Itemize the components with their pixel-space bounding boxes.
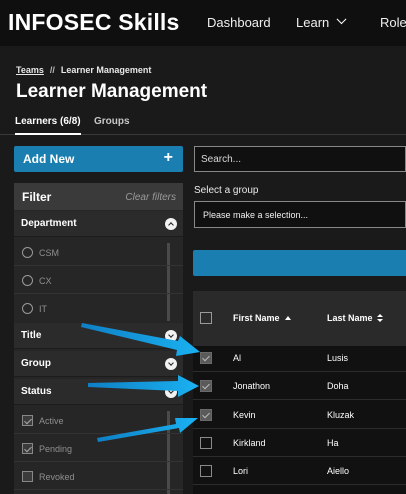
last-name-cell: Lusis bbox=[327, 353, 349, 363]
department-option-csm[interactable]: CSM bbox=[14, 239, 183, 266]
status-option-pending[interactable]: Pending bbox=[14, 435, 183, 462]
column-last-name[interactable]: Last Name bbox=[327, 313, 383, 323]
row-checkbox[interactable] bbox=[200, 352, 212, 364]
search-box bbox=[194, 146, 406, 172]
table-header: First Name Last Name bbox=[193, 291, 406, 346]
filter-section-group[interactable]: Group bbox=[14, 351, 183, 377]
breadcrumb-current: Learner Management bbox=[60, 65, 152, 75]
department-option-it[interactable]: IT bbox=[14, 295, 183, 322]
add-new-label: Add New bbox=[23, 152, 75, 166]
radio-button[interactable] bbox=[22, 275, 33, 286]
department-option-cx[interactable]: CX bbox=[14, 267, 183, 294]
filter-header: Filter Clear filters bbox=[14, 183, 183, 210]
checkbox[interactable] bbox=[22, 471, 33, 482]
option-label: CSM bbox=[39, 248, 59, 258]
learners-table: First Name Last Name Al Lusis Jonathon D… bbox=[193, 291, 406, 494]
page-title: Learner Management bbox=[16, 81, 208, 102]
option-label: Revoked bbox=[39, 472, 75, 482]
breadcrumb: Teams // Learner Management bbox=[16, 65, 151, 75]
last-name-cell: Kluzak bbox=[327, 410, 355, 420]
column-label: Last Name bbox=[327, 313, 373, 323]
select-group-label: Select a group bbox=[194, 185, 259, 196]
first-name-cell: Kevin bbox=[233, 410, 256, 420]
filter-section-status[interactable]: Status bbox=[14, 379, 183, 405]
checkbox[interactable] bbox=[22, 443, 33, 454]
clear-filters-link[interactable]: Clear filters bbox=[125, 192, 176, 203]
row-checkbox[interactable] bbox=[200, 465, 212, 477]
chevron-up-icon bbox=[165, 218, 177, 230]
row-checkbox[interactable] bbox=[200, 409, 212, 421]
row-checkbox[interactable] bbox=[200, 380, 212, 392]
table-row[interactable]: Kirkland Ha bbox=[193, 429, 406, 457]
nav-roles[interactable]: Roles bbox=[380, 15, 406, 30]
search-input[interactable] bbox=[195, 147, 405, 171]
department-label: Department bbox=[21, 218, 77, 229]
tab-learners[interactable]: Learners (6/8) bbox=[15, 116, 81, 135]
group-label: Group bbox=[21, 358, 51, 369]
breadcrumb-teams-link[interactable]: Teams bbox=[16, 65, 44, 75]
option-label: CX bbox=[39, 276, 52, 286]
option-label: Pending bbox=[39, 444, 73, 454]
nav-dashboard[interactable]: Dashboard bbox=[207, 15, 271, 30]
first-name-cell: Lori bbox=[233, 466, 249, 476]
chevron-down-icon bbox=[336, 14, 347, 25]
top-nav-bar: INFOSEC Skills Dashboard Learn Roles bbox=[0, 0, 406, 46]
sort-ascending-icon bbox=[284, 316, 291, 320]
tab-groups[interactable]: Groups bbox=[94, 116, 130, 127]
status-option-active[interactable]: Active bbox=[14, 407, 183, 434]
checkbox[interactable] bbox=[22, 415, 33, 426]
row-checkbox[interactable] bbox=[200, 437, 212, 449]
plus-icon: + bbox=[163, 149, 173, 166]
group-select-dropdown[interactable]: Please make a selection... bbox=[194, 201, 406, 228]
last-name-cell: Doha bbox=[327, 381, 349, 391]
radio-button[interactable] bbox=[22, 247, 33, 258]
option-label: IT bbox=[39, 304, 47, 314]
action-button[interactable] bbox=[193, 250, 406, 276]
option-label: Active bbox=[39, 416, 64, 426]
filter-title: Filter bbox=[22, 190, 52, 204]
status-label: Status bbox=[21, 386, 52, 397]
first-name-cell: Al bbox=[233, 353, 242, 363]
group-select-value: Please make a selection... bbox=[203, 210, 309, 220]
add-new-button[interactable]: Add New + bbox=[14, 146, 183, 172]
first-name-cell: Jonathon bbox=[233, 381, 271, 391]
table-row[interactable]: Lori Aiello bbox=[193, 457, 406, 485]
filter-panel: Filter Clear filters Department CSM CX I… bbox=[14, 183, 183, 494]
tab-bar: Learners (6/8) Groups bbox=[0, 113, 406, 135]
column-label: First Name bbox=[233, 313, 280, 323]
chevron-down-icon bbox=[165, 330, 177, 342]
column-first-name[interactable]: First Name bbox=[233, 313, 291, 323]
chevron-down-icon bbox=[165, 386, 177, 398]
last-name-cell: Aiello bbox=[327, 466, 350, 476]
chevron-down-icon bbox=[165, 358, 177, 370]
sort-icon bbox=[376, 314, 383, 322]
nav-learn-label: Learn bbox=[296, 15, 330, 30]
radio-button[interactable] bbox=[22, 303, 33, 314]
nav-learn[interactable]: Learn bbox=[296, 14, 347, 30]
breadcrumb-separator: // bbox=[49, 65, 55, 75]
filter-section-title[interactable]: Title bbox=[14, 323, 183, 349]
title-label: Title bbox=[21, 330, 42, 341]
table-row[interactable]: Al Lusis bbox=[193, 344, 406, 372]
status-option-revoked[interactable]: Revoked bbox=[14, 463, 183, 490]
last-name-cell: Ha bbox=[327, 438, 339, 448]
filter-section-department[interactable]: Department bbox=[14, 211, 183, 237]
first-name-cell: Kirkland bbox=[233, 438, 266, 448]
table-row[interactable]: Jonathon Doha bbox=[193, 372, 406, 400]
infosec-logo[interactable]: INFOSEC Skills bbox=[8, 9, 180, 36]
select-all-checkbox[interactable] bbox=[200, 312, 212, 324]
table-row[interactable]: Kevin Kluzak bbox=[193, 401, 406, 429]
